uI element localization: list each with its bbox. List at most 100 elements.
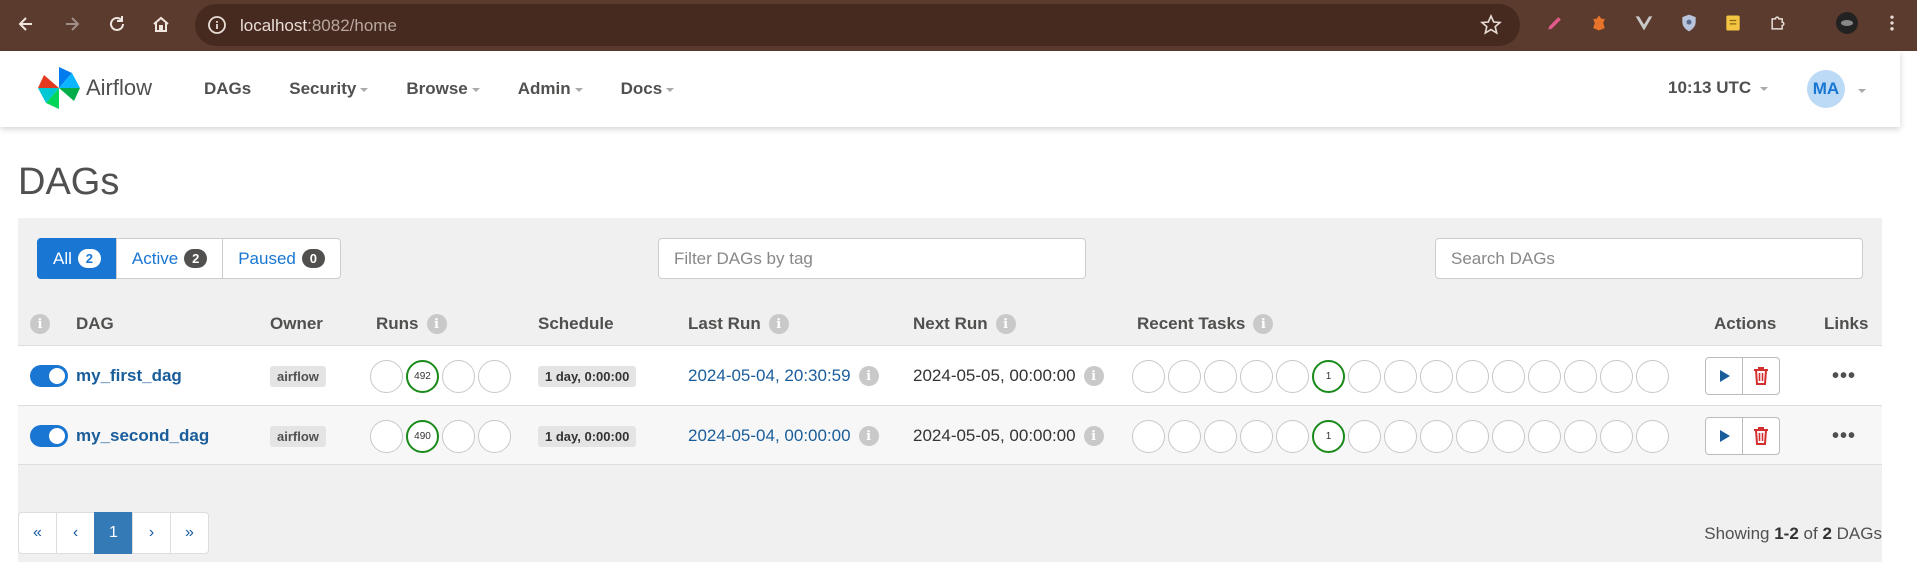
- dag-link[interactable]: my_second_dag: [76, 426, 209, 446]
- trigger-dag-button[interactable]: [1705, 357, 1743, 395]
- run-state-circle[interactable]: [478, 359, 511, 393]
- search-input[interactable]: Search DAGs: [1435, 238, 1863, 279]
- task-state-circle[interactable]: [1132, 359, 1165, 393]
- vue-extension-icon[interactable]: [1632, 11, 1656, 35]
- menu-dags[interactable]: DAGs: [204, 79, 251, 99]
- task-state-circle[interactable]: [1240, 419, 1273, 453]
- forward-icon[interactable]: [58, 10, 86, 38]
- info-icon[interactable]: i: [30, 314, 50, 334]
- profile-avatar-icon[interactable]: [1835, 11, 1859, 35]
- task-state-circle[interactable]: [1132, 419, 1165, 453]
- task-state-circle[interactable]: [1384, 419, 1417, 453]
- browser-menu-icon[interactable]: [1880, 11, 1904, 35]
- menu-docs[interactable]: Docs: [621, 79, 675, 99]
- delete-dag-button[interactable]: [1742, 357, 1780, 395]
- chevron-down-icon[interactable]: [1858, 89, 1866, 93]
- task-state-circle[interactable]: [1348, 419, 1381, 453]
- dag-link[interactable]: my_first_dag: [76, 366, 182, 386]
- info-icon[interactable]: i: [1083, 426, 1104, 446]
- menu-browse[interactable]: Browse: [406, 79, 480, 99]
- info-icon[interactable]: i: [995, 314, 1016, 334]
- task-state-circle[interactable]: [1240, 359, 1273, 393]
- task-state-circle[interactable]: [1492, 419, 1525, 453]
- last-page-button[interactable]: »: [170, 512, 209, 554]
- col-owner[interactable]: Owner: [270, 303, 323, 345]
- notes-extension-icon[interactable]: [1721, 11, 1745, 35]
- current-page-button[interactable]: 1: [94, 512, 133, 554]
- more-links-icon[interactable]: •••: [1832, 365, 1856, 388]
- task-state-circle[interactable]: [1204, 419, 1237, 453]
- task-state-circle[interactable]: [1348, 359, 1381, 393]
- task-state-circle[interactable]: [1528, 359, 1561, 393]
- task-state-circle[interactable]: [1276, 359, 1309, 393]
- next-page-button[interactable]: ›: [132, 512, 171, 554]
- pen-extension-icon[interactable]: [1543, 11, 1567, 35]
- owner-tag[interactable]: airflow: [270, 425, 326, 447]
- owner-tag[interactable]: airflow: [270, 365, 326, 387]
- task-state-circle[interactable]: 1: [1312, 419, 1345, 453]
- task-state-circle[interactable]: [1600, 359, 1633, 393]
- task-state-circle[interactable]: [1492, 359, 1525, 393]
- task-state-circle[interactable]: [1204, 359, 1237, 393]
- task-state-circle[interactable]: [1168, 419, 1201, 453]
- info-icon[interactable]: i: [426, 314, 447, 334]
- col-schedule[interactable]: Schedule: [538, 303, 614, 345]
- more-links-icon[interactable]: •••: [1832, 425, 1856, 448]
- col-dag[interactable]: DAG: [76, 303, 114, 345]
- task-state-circle[interactable]: [1384, 359, 1417, 393]
- puzzle-extension-icon[interactable]: [1766, 11, 1790, 35]
- prev-page-button[interactable]: ‹: [56, 512, 95, 554]
- site-info-icon[interactable]: [207, 15, 227, 35]
- last-run-link[interactable]: 2024-05-04, 00:00:00: [688, 426, 851, 446]
- run-state-circle[interactable]: 490: [406, 419, 439, 453]
- first-page-button[interactable]: «: [18, 512, 57, 554]
- filter-paused-button[interactable]: Paused 0: [222, 238, 341, 279]
- back-icon[interactable]: [12, 10, 40, 38]
- menu-security[interactable]: Security: [289, 79, 369, 99]
- task-state-circle[interactable]: [1456, 359, 1489, 393]
- task-state-circle[interactable]: [1564, 419, 1597, 453]
- task-state-circle[interactable]: [1564, 359, 1597, 393]
- task-state-circle[interactable]: [1276, 419, 1309, 453]
- task-state-circle[interactable]: [1636, 419, 1669, 453]
- info-icon[interactable]: i: [768, 314, 789, 334]
- info-icon[interactable]: i: [858, 426, 879, 446]
- user-avatar[interactable]: MA: [1807, 70, 1845, 108]
- menu-admin[interactable]: Admin: [518, 79, 583, 99]
- info-icon[interactable]: i: [1253, 314, 1274, 334]
- task-state-circle[interactable]: [1456, 419, 1489, 453]
- task-state-circle[interactable]: [1636, 359, 1669, 393]
- fox-extension-icon[interactable]: [1587, 11, 1611, 35]
- utc-clock[interactable]: 10:13 UTC: [1668, 78, 1769, 98]
- run-state-circle[interactable]: [370, 419, 403, 453]
- pause-toggle[interactable]: [30, 425, 68, 447]
- tag-filter-input[interactable]: Filter DAGs by tag: [658, 238, 1086, 279]
- run-state-circle[interactable]: 492: [406, 359, 439, 393]
- task-state-circle[interactable]: [1420, 359, 1453, 393]
- run-state-circle[interactable]: [370, 359, 403, 393]
- filter-active-button[interactable]: Active 2: [115, 238, 224, 279]
- task-state-circle[interactable]: [1600, 419, 1633, 453]
- last-run-link[interactable]: 2024-05-04, 20:30:59: [688, 366, 851, 386]
- task-state-circle[interactable]: 1: [1312, 359, 1345, 393]
- run-state-circle[interactable]: [442, 359, 475, 393]
- address-bar[interactable]: localhost:8082/home: [195, 4, 1520, 46]
- info-icon[interactable]: i: [858, 366, 879, 386]
- run-state-circle[interactable]: [442, 419, 475, 453]
- reload-icon[interactable]: [103, 10, 131, 38]
- info-icon[interactable]: i: [1083, 366, 1104, 386]
- run-state-circle[interactable]: [478, 419, 511, 453]
- task-state-circle[interactable]: [1528, 419, 1561, 453]
- filter-all-button[interactable]: All 2: [37, 238, 117, 279]
- trigger-dag-button[interactable]: [1705, 417, 1743, 455]
- schedule-tag[interactable]: 1 day, 0:00:00: [538, 425, 637, 447]
- brand-logo[interactable]: Airflow: [34, 63, 152, 113]
- delete-dag-button[interactable]: [1742, 417, 1780, 455]
- bookmark-star-icon[interactable]: [1480, 14, 1502, 36]
- pause-toggle[interactable]: [30, 365, 68, 387]
- shield-extension-icon[interactable]: [1677, 11, 1701, 35]
- home-icon[interactable]: [147, 10, 175, 38]
- task-state-circle[interactable]: [1168, 359, 1201, 393]
- task-state-circle[interactable]: [1420, 419, 1453, 453]
- schedule-tag[interactable]: 1 day, 0:00:00: [538, 365, 637, 387]
